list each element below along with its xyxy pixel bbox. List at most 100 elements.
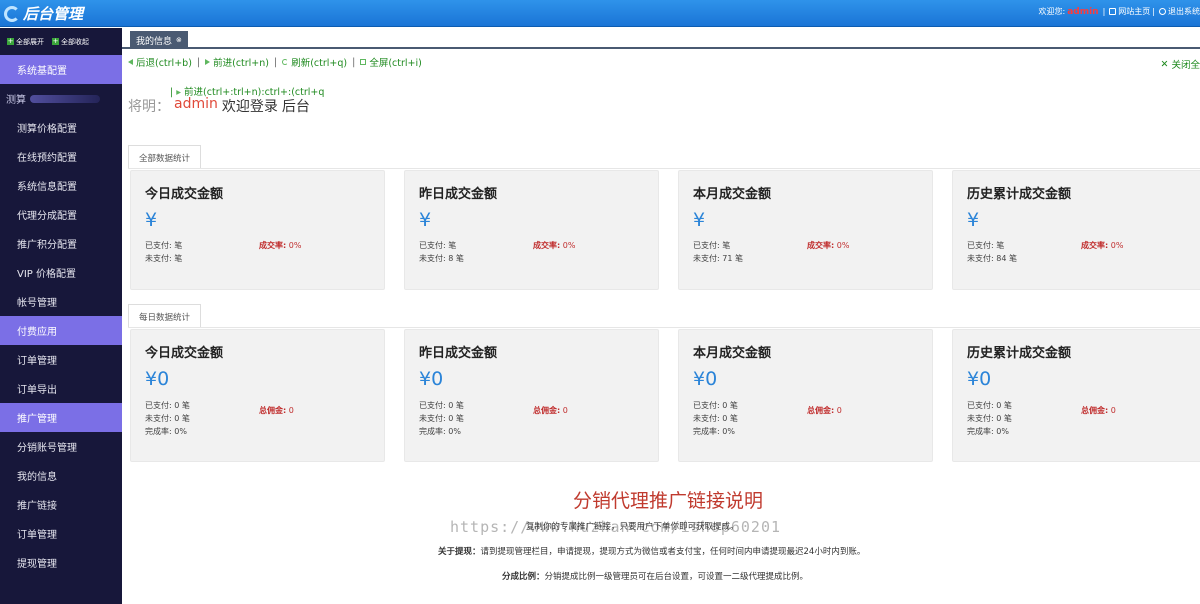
sidebar-item[interactable]: VIP 价格配置 [0, 258, 122, 287]
back-button[interactable]: 后退(ctrl+b) [128, 55, 192, 69]
sidebar-item[interactable]: 在线预约配置 [0, 142, 122, 171]
completion-rate: 完成率: 0% [145, 427, 187, 436]
divider [128, 168, 1200, 169]
explain-title: 分销代理推广链接说明 [572, 490, 763, 512]
tab-bar: 我的信息 ⊗ [122, 27, 1200, 49]
sidebar-item[interactable]: 帐号管理 [0, 287, 122, 316]
card-amount: ¥0 [419, 368, 444, 390]
card-title: 昨日成交金额 [419, 187, 498, 202]
explain-line-2: 关于提现：请到提现管理栏目，申请提现，提现方式为微信或者支付宝，任何时间内申请提… [438, 547, 866, 557]
commission-value: 0 [288, 406, 294, 415]
rate-label: 成交率: [259, 241, 287, 250]
unpaid-count: 未支付: 笔 [145, 254, 183, 263]
welcome-message: 将明： admin 欢迎登录 后台 [128, 96, 310, 115]
sidebar-tools: + 全部展开 + 全部收起 [0, 28, 122, 55]
refresh-button[interactable]: 刷新(ctrl+q) [282, 55, 347, 69]
sidebar-item[interactable]: 推广积分配置 [0, 229, 122, 258]
blurred-region [30, 94, 100, 103]
rate-value: 0% [836, 241, 850, 250]
sidebar-item[interactable]: 提现管理 [0, 548, 122, 577]
commission-value: 0 [1110, 406, 1116, 415]
home-icon [1109, 8, 1117, 15]
app-logo[interactable]: 后台管理 [4, 3, 83, 24]
expand-all-button[interactable]: + 全部展开 [7, 37, 44, 47]
stat-card: 本月成交金额 ¥0 已支付: 0 笔未支付: 0 笔完成率: 0% 总佣金: 0 [678, 329, 933, 462]
rate-label: 成交率: [533, 241, 561, 250]
sidebar-group-header[interactable]: 付费应用 [0, 316, 122, 345]
refresh-icon [282, 59, 289, 65]
paid-count: 已支付: 笔 [419, 241, 457, 250]
logo-icon [4, 5, 20, 22]
paid-count: 已支付: 0 笔 [419, 401, 464, 410]
card-title: 昨日成交金额 [419, 346, 498, 361]
total-commission: 总佣金: 0 [1081, 405, 1116, 416]
paid-count: 已支付: 0 笔 [967, 401, 1012, 410]
collapse-all-button[interactable]: + 全部收起 [52, 37, 89, 47]
all-stats-tab[interactable]: 全部数据统计 [128, 145, 202, 169]
stat-card: 昨日成交金额 ¥0 已支付: 0 笔未支付: 0 笔完成率: 0% 总佣金: 0 [404, 329, 659, 462]
fullscreen-icon [360, 59, 367, 65]
sidebar-item[interactable]: 测算 [0, 84, 122, 113]
rate-value: 0% [288, 241, 302, 250]
total-commission: 总佣金: 0 [807, 405, 842, 416]
close-all-button[interactable]: ✕ 关闭全 [1160, 57, 1200, 72]
card-amount: ¥ [145, 209, 158, 231]
sidebar-item[interactable]: 订单管理 [0, 345, 122, 374]
current-user[interactable]: admin [1067, 7, 1098, 17]
unpaid-count: 未支付: 8 笔 [419, 254, 464, 263]
sidebar-item[interactable]: 系统信息配置 [0, 171, 122, 200]
sidebar-item[interactable]: 订单导出 [0, 374, 122, 403]
paid-count: 已支付: 笔 [967, 241, 1005, 250]
completion-rate: 完成率: 0% [693, 427, 735, 436]
sidebar-group-header[interactable]: 推广管理 [0, 403, 122, 432]
fullscreen-button[interactable]: 全屏(ctrl+i) [360, 55, 422, 69]
forward-button[interactable]: 前进(ctrl+n) [205, 55, 269, 69]
completion-rate: 完成率: 0% [419, 427, 461, 436]
stat-card: 历史累计成交金额 ¥ 已支付: 笔未支付: 84 笔 成交率: 0% [952, 170, 1200, 290]
total-commission: 总佣金: 0 [259, 405, 294, 416]
sidebar-item[interactable]: 代理分成配置 [0, 200, 122, 229]
exit-icon [1159, 8, 1166, 15]
top-header: 后台管理 欢迎您 : admin | 网站主页 | 退出系统 [0, 0, 1200, 27]
card-title: 今日成交金额 [145, 187, 224, 202]
card-amount: ¥0 [967, 368, 992, 390]
unpaid-count: 未支付: 0 笔 [145, 414, 190, 423]
unpaid-count: 未支付: 84 笔 [967, 254, 1017, 263]
card-amount: ¥ [967, 209, 980, 231]
commission-label: 总佣金: [259, 406, 287, 415]
card-title: 本月成交金额 [693, 346, 772, 361]
close-icon: ✕ [1160, 58, 1169, 70]
arrow-left-icon [128, 59, 133, 65]
unpaid-count: 未支付: 71 笔 [693, 254, 743, 263]
logo-text: 后台管理 [23, 5, 84, 23]
close-icon[interactable]: ⊗ [176, 36, 182, 44]
daily-stats-tab[interactable]: 每日数据统计 [128, 304, 202, 328]
unpaid-count: 未支付: 0 笔 [419, 414, 464, 423]
nav-toolbar: 后退(ctrl+b) | 前进(ctrl+n) | 刷新(ctrl+q) | 全… [122, 51, 1200, 73]
sidebar-item[interactable]: 订单管理 [0, 519, 122, 548]
paid-count: 已支付: 笔 [145, 241, 183, 250]
card-title: 本月成交金额 [693, 187, 772, 202]
unpaid-count: 未支付: 0 笔 [693, 414, 738, 423]
card-title: 历史累计成交金额 [967, 187, 1072, 202]
paid-count: 已支付: 0 笔 [693, 401, 738, 410]
divider [128, 327, 1200, 328]
explain-line-3: 分成比例：分销提成比例一级管理员可在后台设置，可设置一二级代理提成比例。 [502, 572, 809, 582]
rate-label: 成交率: [807, 241, 835, 250]
explain-line-1: 复制你的专属推广链接，只要用户下单你即可获取提成。 [526, 522, 739, 532]
card-amount: ¥0 [145, 368, 170, 390]
sidebar-item[interactable]: 分销账号管理 [0, 432, 122, 461]
unpaid-count: 未支付: 0 笔 [967, 414, 1012, 423]
conversion-rate: 成交率: 0% [259, 240, 301, 251]
sidebar: + 全部展开 + 全部收起 系统基配置 测算 测算价格配置 在线预约配置 系统信息配置 代理分… [0, 28, 122, 604]
card-amount: ¥0 [693, 368, 718, 390]
rate-label: 成交率: [1081, 241, 1109, 250]
sidebar-item[interactable]: 测算价格配置 [0, 113, 122, 142]
completion-rate: 完成率: 0% [967, 427, 1009, 436]
sidebar-group-header[interactable]: 系统基配置 [0, 55, 122, 84]
conversion-rate: 成交率: 0% [807, 240, 849, 251]
tab-my-info[interactable]: 我的信息 ⊗ [130, 31, 188, 49]
site-home-link[interactable]: 网站主页 [1118, 6, 1150, 17]
commission-value: 0 [836, 406, 842, 415]
logout-link[interactable]: 退出系统 [1168, 6, 1200, 17]
